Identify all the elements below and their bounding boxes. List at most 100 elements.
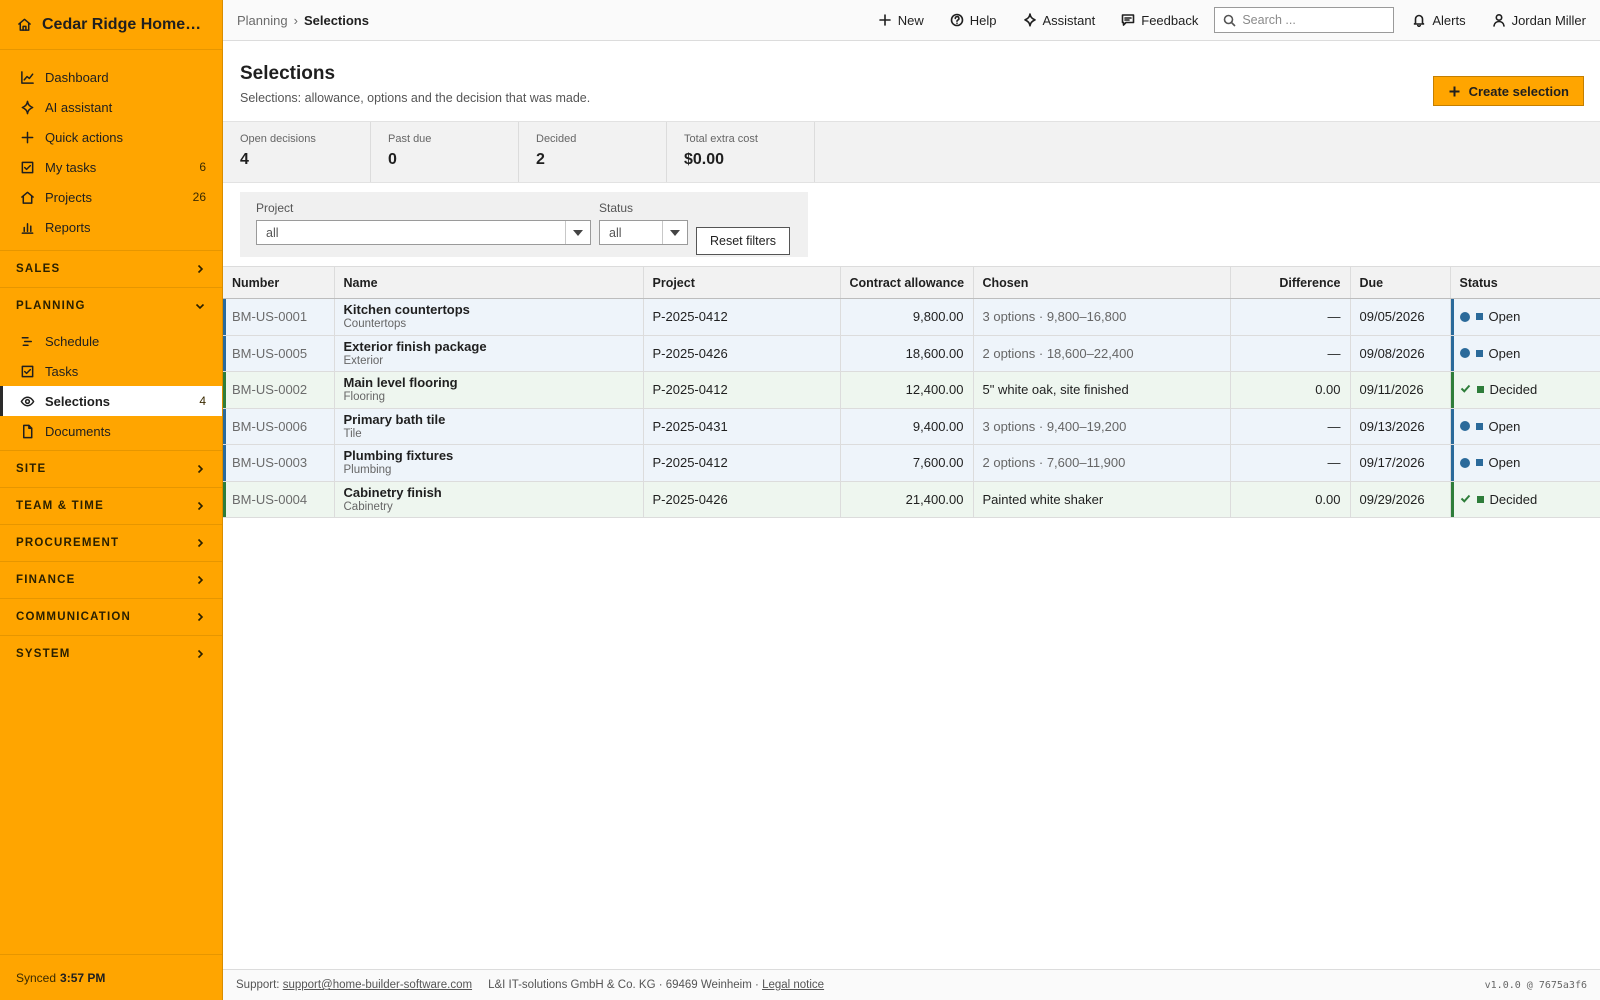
sidebar-item-projects[interactable]: Projects 26	[0, 182, 222, 212]
cell-due: 09/11/2026	[1350, 371, 1451, 409]
cell-difference: —	[1230, 335, 1351, 372]
sidebar-item-dashboard[interactable]: Dashboard	[0, 62, 222, 92]
assistant-label: Assistant	[1042, 12, 1096, 28]
cell-project: P-2025-0426	[643, 481, 841, 518]
sidebar-item-label: Projects	[45, 189, 92, 205]
search-box[interactable]	[1214, 7, 1395, 33]
reset-filters-button[interactable]: Reset filters	[696, 227, 790, 255]
col-status[interactable]: Status	[1450, 266, 1600, 299]
selection-name[interactable]: Cabinetry finish	[344, 485, 634, 500]
topbar: Planning › Selections New Help Assistant…	[223, 0, 1600, 41]
cell-project: P-2025-0412	[643, 444, 841, 482]
help-button[interactable]: Help	[950, 13, 997, 28]
section-planning[interactable]: PLANNING	[0, 287, 222, 324]
status-square-icon	[1476, 386, 1484, 394]
sidebar-item-documents[interactable]: Documents	[0, 416, 222, 446]
col-contract-allowance[interactable]: Contract allowance	[840, 266, 974, 299]
chevron-right-icon	[197, 501, 204, 511]
section-label: SALES	[16, 263, 61, 275]
sidebar-item-quick-actions[interactable]: Quick actions	[0, 122, 222, 152]
table-row[interactable]: BM-US-0004 Cabinetry finish Cabinetry P-202…	[223, 481, 1600, 518]
support-email-link[interactable]: support@home-builder-software.com	[283, 979, 472, 991]
section-team-time[interactable]: TEAM & TIME	[0, 487, 222, 524]
table-body: BM-US-0001 Kitchen countertops Countertops…	[223, 298, 1600, 518]
col-due[interactable]: Due	[1350, 266, 1451, 299]
search-icon	[1224, 14, 1236, 27]
cell-chosen: 3 options · 9,400–19,200	[973, 408, 1231, 445]
sidebar-item-selections[interactable]: Selections 4	[0, 386, 222, 416]
table-row[interactable]: BM-US-0006 Primary bath tile Tile P-2025-04…	[223, 408, 1600, 445]
selection-category: Plumbing	[343, 464, 392, 477]
caret-down-icon	[662, 221, 687, 244]
chevron-right-icon	[197, 464, 204, 474]
new-button[interactable]: New	[878, 13, 924, 28]
status-dot-icon	[1459, 348, 1470, 359]
cell-difference: 0.00	[1230, 371, 1351, 409]
breadcrumb-planning[interactable]: Planning	[237, 13, 288, 28]
sparkle-icon	[1023, 13, 1036, 27]
sidebar-item-count: 4	[199, 394, 206, 408]
section-site[interactable]: SITE	[0, 450, 222, 487]
selection-name[interactable]: Main level flooring	[344, 375, 634, 390]
sidebar-item-tasks[interactable]: Tasks	[0, 356, 222, 386]
company-info: L&I IT-solutions GmbH & Co. KG · 69469 W…	[488, 979, 759, 991]
cell-chosen: 5" white oak, site finished	[973, 371, 1231, 409]
col-difference[interactable]: Difference	[1230, 266, 1351, 299]
user-menu[interactable]: Jordan Miller	[1492, 13, 1586, 28]
help-icon	[950, 13, 964, 27]
table-row[interactable]: BM-US-0001 Kitchen countertops Countertops…	[223, 298, 1600, 336]
sidebar-item-reports[interactable]: Reports	[0, 212, 222, 242]
section-finance[interactable]: FINANCE	[0, 561, 222, 598]
selection-category: Flooring	[343, 391, 386, 404]
brand[interactable]: Cedar Ridge Homes L...	[0, 0, 222, 50]
section-sales[interactable]: SALES	[0, 250, 222, 287]
sidebar-item-ai-assistant[interactable]: AI assistant	[0, 92, 222, 122]
status-select[interactable]: all	[599, 220, 688, 245]
status-label: Open	[1488, 345, 1521, 361]
table-row[interactable]: BM-US-0002 Main level flooring Flooring P-2…	[223, 371, 1600, 409]
project-select[interactable]: all	[256, 220, 591, 245]
selection-category: Exterior	[343, 354, 384, 367]
create-selection-button[interactable]: Create selection	[1432, 76, 1584, 106]
assistant-button[interactable]: Assistant	[1023, 12, 1096, 28]
kpi-decided: Decided 2	[519, 122, 667, 182]
sidebar-item-label: Quick actions	[45, 129, 124, 145]
home-icon	[16, 17, 32, 33]
col-project[interactable]: Project	[643, 266, 841, 299]
cell-chosen: 2 options · 7,600–11,900	[973, 444, 1231, 482]
selection-name[interactable]: Primary bath tile	[344, 412, 634, 427]
alerts-button[interactable]: Alerts	[1412, 13, 1466, 28]
sync-time: 3:57 PM	[60, 970, 106, 985]
status-badge: Open	[1459, 309, 1591, 324]
search-input[interactable]	[1242, 13, 1383, 27]
sidebar-item-count: 6	[199, 160, 206, 174]
selection-name[interactable]: Plumbing fixtures	[344, 448, 634, 463]
chevron-right-icon	[197, 649, 204, 659]
status-square-icon	[1475, 422, 1483, 430]
sidebar-item-label: Tasks	[45, 363, 79, 379]
section-communication[interactable]: COMMUNICATION	[0, 598, 222, 635]
table-row[interactable]: BM-US-0003 Plumbing fixtures Plumbing P-202…	[223, 444, 1600, 482]
status-label: Decided	[1489, 491, 1538, 507]
col-name[interactable]: Name	[334, 266, 644, 299]
section-label: SYSTEM	[16, 648, 71, 660]
col-number[interactable]: Number	[223, 266, 335, 299]
sidebar-item-my-tasks[interactable]: My tasks 6	[0, 152, 222, 182]
sidebar-item-label: My tasks	[45, 159, 97, 175]
section-system[interactable]: SYSTEM	[0, 635, 222, 672]
feedback-button[interactable]: Feedback	[1121, 13, 1198, 28]
sparkle-icon	[19, 99, 35, 115]
page-title: Selections	[240, 63, 336, 84]
plus-icon	[19, 129, 35, 145]
sidebar-item-schedule[interactable]: Schedule	[0, 326, 222, 356]
table-row[interactable]: BM-US-0005 Exterior finish package Exterio…	[223, 335, 1600, 372]
cell-due: 09/08/2026	[1350, 335, 1451, 372]
col-chosen[interactable]: Chosen	[973, 266, 1231, 299]
gantt-icon	[19, 333, 35, 349]
selection-name[interactable]: Exterior finish package	[344, 339, 634, 354]
legal-notice-link[interactable]: Legal notice	[762, 979, 824, 991]
section-procurement[interactable]: PROCUREMENT	[0, 524, 222, 561]
kpi-bar: Open decisions 4 Past due 0 Decided 2 To…	[223, 121, 1600, 183]
cell-allowance: 12,400.00	[840, 371, 974, 409]
selection-name[interactable]: Kitchen countertops	[344, 302, 634, 317]
